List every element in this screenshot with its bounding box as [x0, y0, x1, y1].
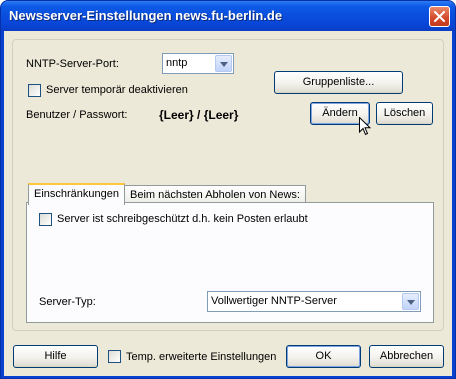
dropdown-arrow-icon [220, 62, 228, 67]
port-value: nntp [166, 57, 188, 69]
server-type-dropdown-button[interactable] [402, 293, 419, 310]
advanced-settings-label: Temp. erweiterte Einstellungen [126, 351, 277, 363]
tab-next-fetch-label: Beim nächsten Abholen von News: [130, 189, 300, 201]
ok-button[interactable]: OK [286, 345, 361, 368]
title-bar[interactable]: Newsserver-Einstellungen news.fu-berlin.… [1, 1, 455, 31]
server-type-select[interactable]: Vollwertiger NNTP-Server [207, 291, 421, 312]
tab-restrictions-label: Einschränkungen [34, 188, 120, 200]
disable-server-checkbox[interactable] [28, 84, 41, 97]
close-button[interactable] [429, 6, 450, 27]
window-title: Newsserver-Einstellungen news.fu-berlin.… [9, 8, 283, 23]
server-type-value: Vollwertiger NNTP-Server [211, 295, 337, 307]
credentials-label: Benutzer / Passwort: [26, 109, 128, 121]
server-type-label: Server-Typ: [39, 296, 96, 308]
credentials-value: {Leer} / {Leer} [159, 108, 239, 122]
cancel-button[interactable]: Abbrechen [369, 345, 444, 368]
port-label: NNTP-Server-Port: [26, 58, 119, 70]
dropdown-arrow-icon [407, 300, 415, 305]
help-button[interactable]: Hilfe [13, 345, 98, 368]
grouplist-button[interactable]: Gruppenliste... [274, 71, 403, 94]
port-dropdown-button[interactable] [215, 55, 232, 72]
dialog-window: Newsserver-Einstellungen news.fu-berlin.… [0, 0, 456, 379]
delete-button[interactable]: Löschen [376, 102, 433, 125]
disable-server-label: Server temporär deaktivieren [46, 84, 188, 96]
advanced-settings-checkbox[interactable] [108, 350, 121, 363]
mouse-cursor-icon [359, 117, 371, 136]
restrictions-panel: Server ist schreibgeschützt d.h. kein Po… [26, 202, 434, 323]
close-icon [434, 11, 445, 22]
readonly-checkbox[interactable] [39, 213, 52, 226]
port-select[interactable]: nntp [162, 53, 234, 74]
readonly-label: Server ist schreibgeschützt d.h. kein Po… [57, 213, 308, 225]
tab-restrictions[interactable]: Einschränkungen [28, 183, 126, 205]
dialog-body: NNTP-Server-Port: nntp Server temporär d… [4, 31, 452, 376]
